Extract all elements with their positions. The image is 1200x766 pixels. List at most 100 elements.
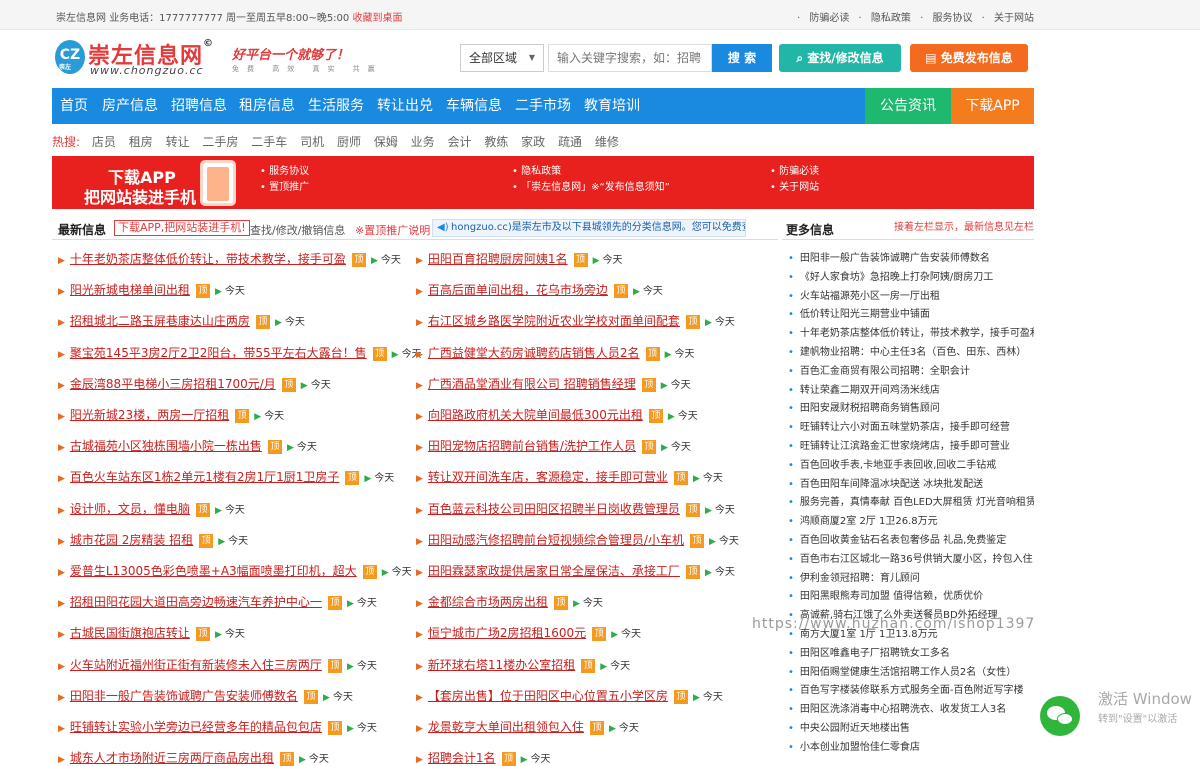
search-input[interactable] <box>548 44 712 72</box>
nav-item-house[interactable]: 房产信息 <box>102 88 158 124</box>
list-item[interactable]: ▶ 百色蓝云科技公司田阳区招聘半日岗收费管理员顶 ▶ 今天 <box>416 500 735 522</box>
app-banner[interactable]: 下载APP 把网站装进手机 服务协议 置顶推广 隐私政策 「崇左信息网」※“发布… <box>52 156 1034 209</box>
listing-title[interactable]: 城市花园 2房精装 招租 <box>70 533 193 547</box>
top-link-about[interactable]: · 关于网站 <box>982 13 1034 24</box>
list-item[interactable]: ▶ 百高后面单间出租，花乌市场旁边顶 ▶ 今天 <box>416 281 663 303</box>
listing-title[interactable]: 右江区城乡路医学院附近农业学校对面单间配套 <box>428 314 680 328</box>
post-free-button[interactable]: ▤ 免费发布信息 <box>910 44 1028 72</box>
top-promo-link[interactable]: ※置顶推广说明 <box>355 222 430 238</box>
list-item[interactable]: ▶ 新环球右塔11楼办公室招租顶 ▶ 今天 <box>416 656 630 678</box>
more-list-item[interactable]: 中央公园附近天地楼出售 <box>788 719 1034 738</box>
more-list-item[interactable]: 伊利金领冠招聘：育儿顾问 <box>788 569 1034 588</box>
nav-item-jobs[interactable]: 招聘信息 <box>171 88 227 124</box>
listing-title[interactable]: 招聘会计1名 <box>428 751 496 765</box>
list-item[interactable]: ▶ 火车站附近福州街正街有新装修未入住三房两厅顶 ▶ 今天 <box>58 656 377 678</box>
listing-title[interactable]: 爱普生L13005色彩色喷墨+A3幅面喷墨打印机，超大 <box>70 564 357 578</box>
more-list-item[interactable]: 鸿顺商厦2室 2厅 1卫26.8万元 <box>788 512 1034 531</box>
list-item[interactable]: ▶ 田阳霖瑟家政提供居家日常全屋保洁、承接工厂顶 ▶ 今天 <box>416 562 735 584</box>
list-item[interactable]: ▶ 古城福苑小区独栋围墙小院一栋出售顶 ▶ 今天 <box>58 437 317 459</box>
hot-keyword[interactable]: 维修 <box>595 135 619 149</box>
nav-item-secondhand[interactable]: 二手市场 <box>515 88 571 124</box>
listing-title[interactable]: 百高后面单间出租，花乌市场旁边 <box>428 283 608 297</box>
nav-download-app[interactable]: 下载APP <box>951 88 1034 124</box>
listing-title[interactable]: 田阳霖瑟家政提供居家日常全屋保洁、承接工厂 <box>428 564 680 578</box>
list-item[interactable]: ▶ 阳光新城23楼，两房一厅招租顶 ▶ 今天 <box>58 406 284 428</box>
list-item[interactable]: ▶ 右江区城乡路医学院附近农业学校对面单间配套顶 ▶ 今天 <box>416 312 735 334</box>
top-link-privacy[interactable]: · 隐私政策 <box>859 13 911 24</box>
listing-title[interactable]: 转让双开间洗车店，客源稳定，接手即可营业 <box>428 470 668 484</box>
list-item[interactable]: ▶ 城市花园 2房精装 招租顶 ▶ 今天 <box>58 531 248 553</box>
more-list-item[interactable]: 田阳区洗涤消毒中心招聘洗衣、收发货工人3名 <box>788 700 1034 719</box>
listing-title[interactable]: 旺铺转让实验小学旁边已经营多年的精品包包店 <box>70 720 322 734</box>
more-list-item[interactable]: 转让荣鑫二期双开间鸡汤米线店 <box>788 381 1034 400</box>
search-button[interactable]: 搜 索 <box>712 44 772 72</box>
hot-keyword[interactable]: 疏通 <box>558 135 582 149</box>
hot-keyword[interactable]: 司机 <box>300 135 324 149</box>
list-item[interactable]: ▶ 聚宝苑145平3房2厅2卫2阳台，带55平左右大露台！售顶 ▶ 今天 <box>58 344 422 366</box>
listing-title[interactable]: 阳光新城电梯单间出租 <box>70 283 190 297</box>
hot-keyword[interactable]: 店员 <box>92 135 116 149</box>
nav-notice[interactable]: 公告资讯 <box>865 88 951 124</box>
more-list-item[interactable]: 小本创业加盟怡佳仁零食店 <box>788 738 1034 757</box>
find-edit-link[interactable]: 查找/修改/撤销信息 <box>250 222 345 238</box>
more-list-item[interactable]: 建帆物业招聘：中心主任3名（百色、田东、西林） <box>788 343 1034 362</box>
more-list-item[interactable]: 百色田阳车间降温冰块配送 冰块批发配送 <box>788 475 1034 494</box>
list-item[interactable]: ▶ 田阳动感汽修招聘前台短视频综合管理员/小车机顶 ▶ 今天 <box>416 531 739 553</box>
list-item[interactable]: ▶ 转让双开间洗车店，客源稳定，接手即可营业顶 ▶ 今天 <box>416 468 723 490</box>
list-item[interactable]: ▶ 设计师，文员，懂电脑顶 ▶ 今天 <box>58 500 245 522</box>
top-link-terms[interactable]: · 服务协议 <box>920 13 972 24</box>
nav-item-home[interactable]: 首页 <box>60 88 88 124</box>
list-item[interactable]: ▶ 【套房出售】位于田阳区中心位置五小学区房顶 ▶ 今天 <box>416 687 723 709</box>
banner-link-promo[interactable]: 置顶推广 <box>260 178 309 193</box>
list-item[interactable]: ▶ 金辰湾88平电梯小三房招租1700元/月顶 ▶ 今天 <box>58 375 331 397</box>
listing-title[interactable]: 龙景乾亨大单间出租领包入住 <box>428 720 584 734</box>
list-item[interactable]: ▶ 龙景乾亨大单间出租领包入住顶 ▶ 今天 <box>416 718 639 740</box>
nav-item-transfer[interactable]: 转让出兑 <box>377 88 433 124</box>
list-item[interactable]: ▶ 旺铺转让实验小学旁边已经营多年的精品包包店顶 ▶ 今天 <box>58 718 377 740</box>
listing-title[interactable]: 火车站附近福州街正街有新装修未入住三房两厅 <box>70 658 322 672</box>
banner-link-fraud[interactable]: 防骗必读 <box>770 162 819 177</box>
hot-keyword[interactable]: 厨师 <box>337 135 361 149</box>
list-item[interactable]: ▶ 恒宁城市广场2房招租1600元顶 ▶ 今天 <box>416 624 641 646</box>
list-item[interactable]: ▶ 田阳百育招聘厨房阿姨1名顶 ▶ 今天 <box>416 250 622 272</box>
listing-title[interactable]: 招租城北二路玉屏巷康达山庄两房 <box>70 314 250 328</box>
list-item[interactable]: ▶ 十年老奶茶店整体低价转让，带技术教学，接手可盈顶 ▶ 今天 <box>58 250 401 272</box>
list-item[interactable]: ▶ 城东人才市场附近三房两厅商品房出租顶 ▶ 今天 <box>58 749 329 766</box>
more-list-item[interactable]: 田阳非一般广告装饰诚聘广告安装师傅数名 <box>788 249 1034 268</box>
hot-keyword[interactable]: 二手房 <box>202 135 238 149</box>
more-list-item[interactable]: 田阳安晟财税招聘商务销售顾问 <box>788 399 1034 418</box>
logo-icon[interactable]: CZ 崇左 <box>55 40 85 74</box>
listing-title[interactable]: 招租田阳花园大道田高旁边畅速汽车养护中心一 <box>70 595 322 609</box>
listing-title[interactable]: 百色火车站东区1栋2单元1楼有2房1厅1厨1卫房子 <box>70 470 339 484</box>
more-list-item[interactable]: 旺铺转让六小对面五味堂奶茶店，接手即可经营 <box>788 418 1034 437</box>
more-list-item[interactable]: 低价转让阳光三期营业中铺面 <box>788 305 1034 324</box>
listing-title[interactable]: 田阳非一般广告装饰诚聘广告安装师傅数名 <box>70 689 298 703</box>
hot-keyword[interactable]: 业务 <box>411 135 435 149</box>
more-list-item[interactable]: 火车站福源苑小区一房一厅出租 <box>788 287 1034 306</box>
region-select[interactable]: 全部区域 ▼ <box>460 44 544 72</box>
listing-title[interactable]: 田阳百育招聘厨房阿姨1名 <box>428 252 568 266</box>
list-item[interactable]: ▶ 金都综合市场两房出租顶 ▶ 今天 <box>416 593 603 615</box>
list-item[interactable]: ▶ 爱普生L13005色彩色喷墨+A3幅面喷墨打印机，超大顶 ▶ 今天 <box>58 562 412 584</box>
more-list-item[interactable]: 旺铺转让江滨路金汇世家烧烤店，接手即可营业 <box>788 437 1034 456</box>
listing-title[interactable]: 聚宝苑145平3房2厅2卫2阳台，带55平左右大露台！售 <box>70 346 367 360</box>
download-app-tag[interactable]: 下载APP,把网站装进手机! <box>114 220 250 236</box>
more-list-item[interactable]: 《好人家食坊》急招晚上打杂阿姨/厨房刀工 <box>788 268 1034 287</box>
list-item[interactable]: ▶ 阳光新城电梯单间出租顶 ▶ 今天 <box>58 281 245 303</box>
listing-title[interactable]: 田阳宠物店招聘前台销售/洗护工作人员 <box>428 439 636 453</box>
listing-title[interactable]: 【套房出售】位于田阳区中心位置五小学区房 <box>428 689 668 703</box>
list-item[interactable]: ▶ 田阳非一般广告装饰诚聘广告安装师傅数名顶 ▶ 今天 <box>58 687 353 709</box>
list-item[interactable]: ▶ 广西酒品堂酒业有限公司 招聘销售经理顶 ▶ 今天 <box>416 375 691 397</box>
more-list-item[interactable]: 百色汇金商贸有限公司招聘：全职会计 <box>788 362 1034 381</box>
list-item[interactable]: ▶ 向阳路政府机关大院单间最低300元出租顶 ▶ 今天 <box>416 406 698 428</box>
list-item[interactable]: ▶ 招租城北二路玉屏巷康达山庄两房顶 ▶ 今天 <box>58 312 305 334</box>
list-item[interactable]: ▶ 百色火车站东区1栋2单元1楼有2房1厅1厨1卫房子顶 ▶ 今天 <box>58 468 394 490</box>
listing-title[interactable]: 金都综合市场两房出租 <box>428 595 548 609</box>
hot-keyword[interactable]: 教练 <box>484 135 508 149</box>
more-list-item[interactable]: 田阳黑眼熊寿司加盟 值得信赖，优质优价 <box>788 587 1034 606</box>
more-list-item[interactable]: 田阳区唯鑫电子厂招聘铣女工多名 <box>788 644 1034 663</box>
nav-item-life[interactable]: 生活服务 <box>308 88 364 124</box>
listing-title[interactable]: 百色蓝云科技公司田阳区招聘半日岗收费管理员 <box>428 502 680 516</box>
listing-title[interactable]: 城东人才市场附近三房两厅商品房出租 <box>70 751 274 765</box>
listing-title[interactable]: 向阳路政府机关大院单间最低300元出租 <box>428 408 643 422</box>
